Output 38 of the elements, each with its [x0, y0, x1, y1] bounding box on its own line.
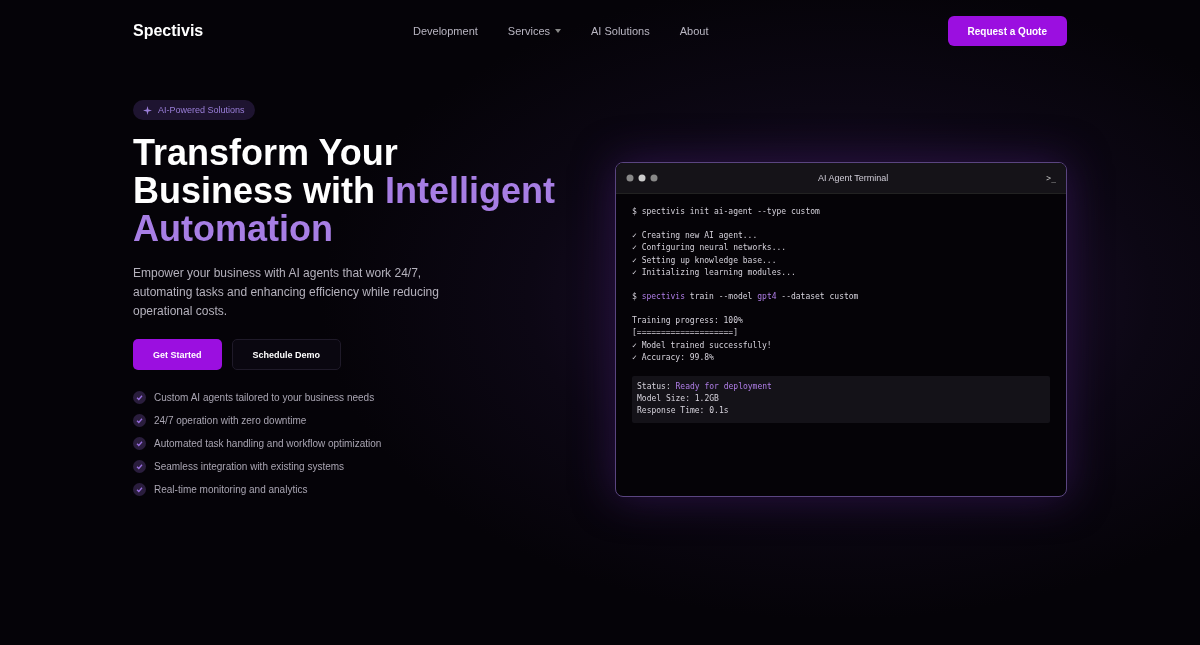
feature-text: Custom AI agents tailored to your business needs — [154, 391, 375, 405]
nav-link[interactable]: Development — [413, 25, 478, 37]
terminal-line: Status: Ready for deployment — [637, 381, 773, 394]
feature-text: Automated task handling and workflow optimization — [154, 437, 382, 451]
terminal-title: AI Agent Terminal — [817, 173, 890, 183]
feature-text: Seamless integration with existing systems — [154, 460, 345, 474]
feature-text: 24/7 operation with zero downtime — [154, 414, 307, 428]
feature-text: Real-time monitoring and analytics — [154, 483, 308, 497]
nav-link[interactable]: Services — [507, 25, 561, 37]
hero-heading: Transform Your Business with Intelligent Automation — [133, 134, 557, 248]
terminal-line: ✓ Configuring neural networks... — [632, 242, 788, 255]
terminal-line: $ spectivis init ai-agent --type custom — [632, 206, 821, 218]
check-icon — [133, 460, 146, 473]
terminal-prompt-icon: >_ — [1046, 173, 1056, 183]
badge-label: AI-Powered Solutions — [158, 105, 245, 115]
terminal-line: [====================] — [632, 327, 739, 340]
terminal-line: ✓ Model trained successfully! — [632, 339, 773, 352]
schedule-demo-button[interactable]: Schedule Demo — [231, 339, 342, 370]
check-icon — [133, 437, 146, 450]
terminal-line: ✓ Setting up knowledge base... — [632, 254, 778, 267]
terminal-line: Training progress: 100% — [632, 315, 744, 328]
check-icon — [133, 414, 146, 427]
window-dots-icon — [626, 174, 660, 182]
sparkle-icon — [143, 105, 152, 115]
logo[interactable]: Spectivis — [133, 22, 413, 40]
check-icon — [133, 483, 146, 496]
terminal-line: ✓ Initializing learning modules... — [632, 266, 797, 279]
nav-link[interactable]: About — [679, 25, 709, 37]
hero-description: Empower your business with AI agents that work 24/7, automating tasks and enhancing efficiency while reducing operational costs. — [133, 265, 440, 320]
nav-link[interactable]: AI Solutions — [591, 25, 650, 37]
terminal-line: ✓ Creating new AI agent... — [632, 230, 759, 243]
terminal-line: Model Size: 1.2GB — [637, 393, 720, 406]
check-icon — [133, 391, 146, 404]
request-quote-button[interactable]: Request a Quote — [947, 16, 1067, 46]
get-started-button[interactable]: Get Started — [133, 339, 222, 370]
terminal-line: Response Time: 0.1s — [637, 405, 730, 418]
terminal-line: $ spectivis train --model gpt4 --dataset custom — [632, 291, 860, 303]
terminal-line: ✓ Accuracy: 99.8% — [632, 351, 715, 364]
